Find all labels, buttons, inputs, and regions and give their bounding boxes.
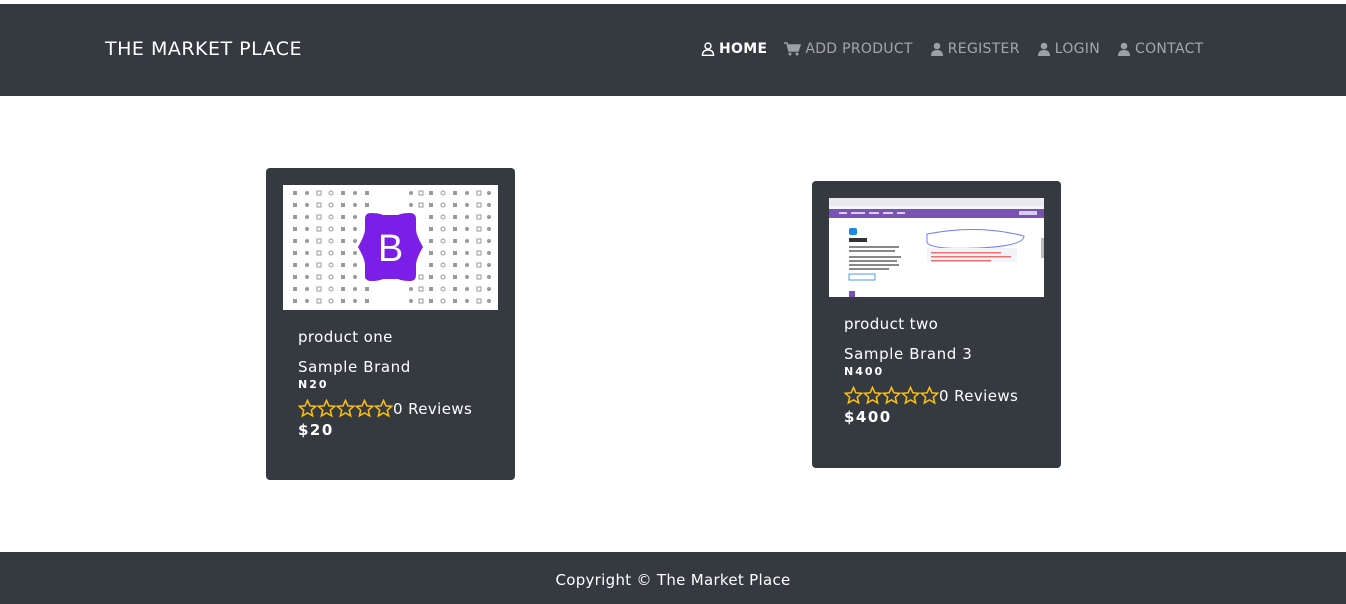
nav-login-label: LOGIN [1054, 41, 1101, 57]
star-outline-icon [317, 399, 336, 418]
product-brand: Sample Brand 3 [844, 345, 973, 363]
nav-register-label: REGISTER [947, 41, 1020, 57]
product-name[interactable]: product two [844, 315, 1018, 333]
nav-login-link[interactable]: LOGIN [1037, 41, 1100, 57]
star-outline-icon [901, 386, 920, 405]
product-brand: Sample Brand [298, 358, 411, 376]
nav-add-product-link[interactable]: ADD PRODUCT [784, 41, 912, 57]
review-count: 0 Reviews [939, 386, 1019, 405]
product-card-body: product two Sample Brand 3 N400 0 Review… [844, 315, 1018, 426]
nav-links: HOME ADD PRODUCT REGISTER LOGIN CONTACT [701, 41, 1221, 57]
product-rating: 0 Reviews [844, 386, 1018, 405]
star-outline-icon [355, 399, 374, 418]
user-outline-icon [701, 42, 715, 56]
product-card-body: product one Sample Brand N20 0 Reviews $… [298, 328, 472, 439]
product-code: N20 [298, 378, 329, 391]
user-icon [1118, 42, 1131, 56]
star-outline-icon [374, 399, 393, 418]
product-card[interactable]: product two Sample Brand 3 N400 0 Review… [812, 181, 1061, 468]
navbar: THE MARKET PLACE HOME ADD PRODUCT REGIST… [0, 4, 1346, 96]
product-rating: 0 Reviews [298, 399, 472, 418]
star-outline-icon [844, 386, 863, 405]
star-outline-icon [920, 386, 939, 405]
product-card[interactable]: B product one Sample Brand N20 0 Reviews… [266, 168, 515, 480]
nav-register-link[interactable]: REGISTER [930, 41, 1020, 57]
star-outline-icon [863, 386, 882, 405]
user-icon [1037, 42, 1050, 56]
product-code: N400 [844, 365, 885, 378]
footer: Copyright © The Market Place [0, 552, 1346, 604]
star-outline-icon [298, 399, 317, 418]
star-outline-icon [336, 399, 355, 418]
nav-contact-label: CONTACT [1135, 41, 1204, 57]
svg-text:B: B [378, 228, 403, 270]
user-icon [930, 42, 943, 56]
nav-home-link[interactable]: HOME [701, 41, 767, 57]
review-count: 0 Reviews [393, 399, 473, 418]
jsdelivr-screenshot-image[interactable] [829, 198, 1044, 297]
product-name[interactable]: product one [298, 328, 472, 346]
star-outline-icon [882, 386, 901, 405]
nav-add-product-label: ADD PRODUCT [805, 41, 913, 57]
brand-logo-link[interactable]: THE MARKET PLACE [105, 38, 302, 60]
nav-contact-link[interactable]: CONTACT [1117, 41, 1204, 57]
cart-icon [784, 42, 802, 56]
bootstrap-logo-image[interactable]: B [283, 185, 498, 310]
nav-home-label: HOME [719, 41, 768, 57]
copyright-text: Copyright © The Market Place [555, 571, 791, 589]
product-price: $20 [298, 421, 334, 439]
product-price: $400 [844, 408, 892, 426]
